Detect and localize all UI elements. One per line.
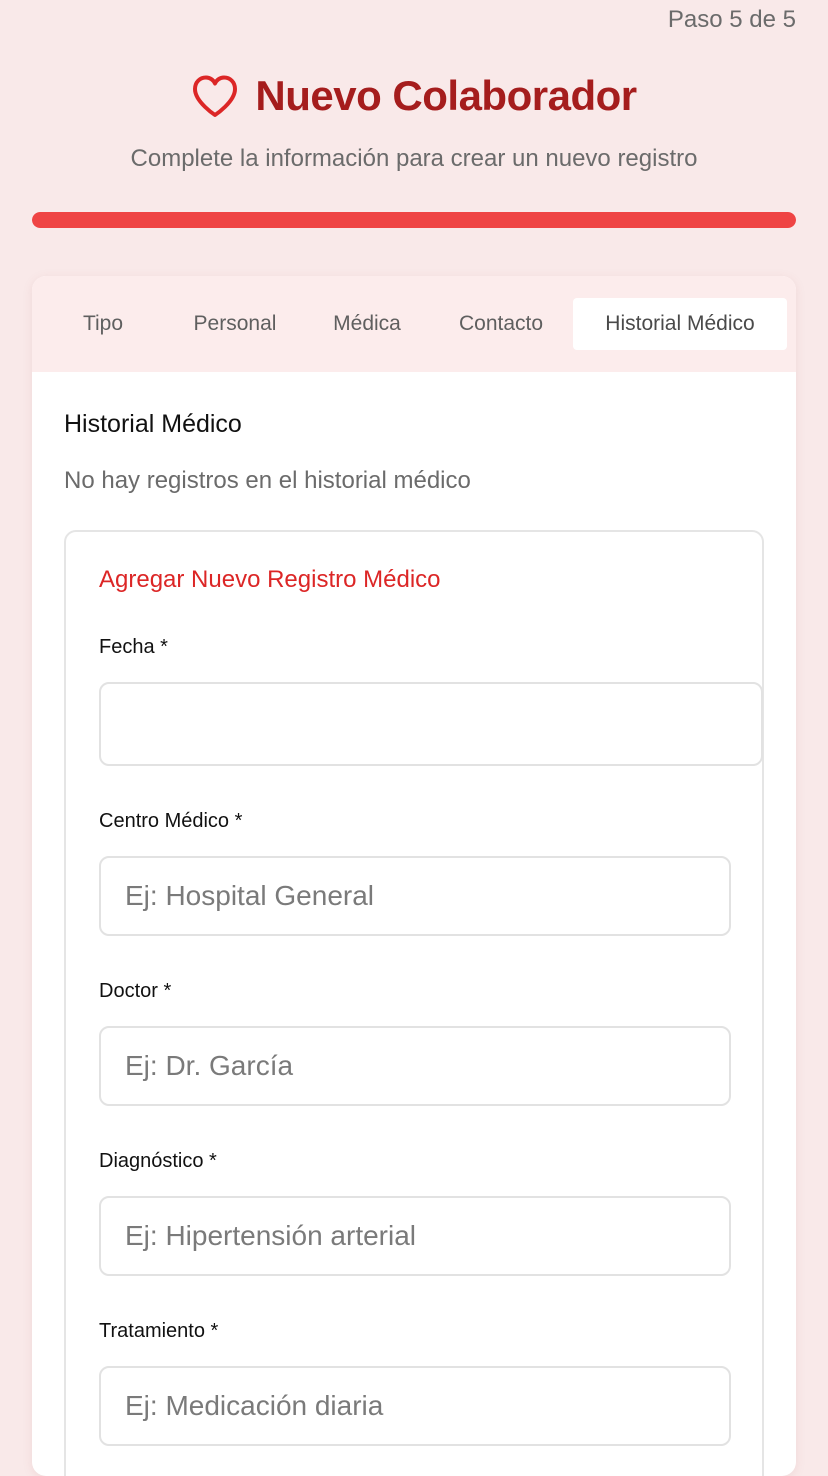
tab-personal[interactable]: Personal — [166, 298, 304, 350]
heart-icon — [191, 72, 239, 120]
fecha-label: Fecha * — [99, 636, 168, 658]
new-record-form: Agregar Nuevo Registro Médico Fecha * Ce… — [64, 530, 764, 1476]
diagnostico-label: Diagnóstico * — [99, 1150, 217, 1172]
tab-tipo[interactable]: Tipo — [40, 298, 166, 350]
fecha-input[interactable] — [99, 682, 763, 766]
page-header: Nuevo Colaborador — [0, 72, 828, 120]
progress-fill — [32, 212, 796, 228]
step-indicator: Paso 5 de 5 — [667, 6, 796, 33]
section-title: Historial Médico — [64, 410, 242, 438]
diagnostico-input[interactable] — [99, 1196, 731, 1276]
tratamiento-label: Tratamiento * — [99, 1320, 219, 1342]
doctor-label: Doctor * — [99, 980, 172, 1002]
progress-bar — [32, 212, 796, 228]
history-section: Historial Médico No hay registros en el … — [32, 410, 796, 495]
tab-historial-medico[interactable]: Historial Médico — [573, 298, 787, 350]
new-record-title: Agregar Nuevo Registro Médico — [99, 566, 441, 593]
tratamiento-input[interactable] — [99, 1366, 731, 1446]
tab-medica[interactable]: Médica — [304, 298, 430, 350]
doctor-input[interactable] — [99, 1026, 731, 1106]
tab-contacto[interactable]: Contacto — [430, 298, 572, 350]
form-card: Tipo Personal Médica Contacto Historial … — [32, 276, 796, 1476]
empty-history-message: No hay registros en el historial médico — [64, 467, 471, 494]
centro-medico-input[interactable] — [99, 856, 731, 936]
centro-medico-label: Centro Médico * — [99, 810, 243, 832]
tab-bar: Tipo Personal Médica Contacto Historial … — [32, 276, 796, 372]
page-subtitle: Complete la información para crear un nu… — [130, 145, 698, 172]
page-title: Nuevo Colaborador — [255, 72, 637, 119]
